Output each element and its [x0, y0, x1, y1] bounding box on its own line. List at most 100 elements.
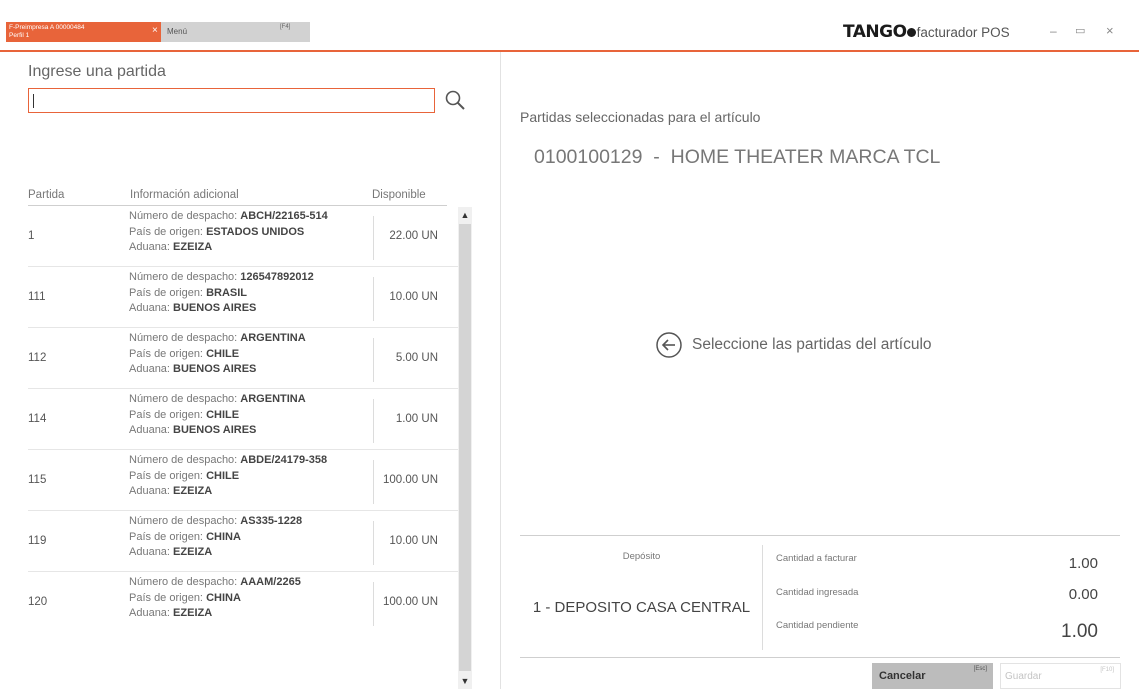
- search-button[interactable]: [442, 88, 472, 114]
- origen-label: País de origen:: [129, 286, 207, 299]
- origen-label: País de origen:: [129, 591, 207, 604]
- cantidad-pendiente-value: 1.00: [1061, 621, 1098, 642]
- tab-title: F-Preimpresa A 00000484: [9, 24, 85, 31]
- minimize-icon[interactable]: –: [1050, 25, 1057, 37]
- tab-menu-label: Menú: [167, 27, 188, 36]
- partida-search-pane: Ingrese una partida Partida Información …: [0, 52, 500, 689]
- origen-label: País de origen:: [129, 225, 207, 238]
- column-header-disponible[interactable]: Disponible: [372, 189, 426, 201]
- tab-subtitle: Perfil 1: [9, 32, 30, 39]
- despacho-label: Número de despacho:: [129, 332, 241, 344]
- close-icon[interactable]: ×: [1106, 24, 1114, 37]
- despacho-label: Número de despacho:: [129, 393, 241, 405]
- cell-divider: [373, 460, 374, 504]
- despacho-value: ABDE/24179-358: [240, 454, 328, 466]
- cell-divider: [373, 216, 374, 260]
- tab-preimpresa[interactable]: F-Preimpresa A 00000484 Perfil 1 ×: [6, 22, 161, 42]
- aduana-value: BUENOS AIRES: [173, 302, 257, 314]
- summary-bottom-rule: [520, 657, 1120, 658]
- despacho-label: Número de despacho:: [129, 454, 241, 466]
- cancel-button[interactable]: Cancelar [Esc]: [872, 663, 993, 689]
- cell-info: Número de despacho: ARGENTINA País de or…: [129, 392, 306, 439]
- arrow-left-circle-icon: [656, 332, 682, 358]
- save-shortcut: [F10]: [1100, 667, 1114, 673]
- aduana-label: Aduana:: [129, 302, 174, 314]
- deposito-label: Depósito: [622, 551, 661, 562]
- maximize-icon[interactable]: ▭: [1075, 25, 1085, 37]
- cancel-shortcut: [Esc]: [973, 666, 987, 672]
- cell-partida: 120: [28, 596, 48, 608]
- tab-menu-shortcut: [F4]: [280, 24, 291, 30]
- origen-label: País de origen:: [129, 530, 207, 543]
- row-divider: [28, 449, 458, 450]
- partida-search-field[interactable]: [29, 89, 434, 112]
- text-caret: [33, 94, 34, 108]
- aduana-value: EZEIZA: [173, 485, 213, 497]
- cell-info: Número de despacho: ABCH/22165-514 País …: [129, 209, 328, 256]
- scrollbar-thumb[interactable]: [459, 224, 471, 671]
- cell-disponible: 100.00 UN: [383, 474, 438, 486]
- aduana-label: Aduana:: [129, 424, 174, 436]
- cantidad-ingresada-value: 0.00: [1068, 586, 1098, 603]
- table-row[interactable]: 120 Número de despacho: AAAM/2265 País d…: [28, 573, 458, 633]
- aduana-value: EZEIZA: [173, 546, 213, 558]
- cell-disponible: 10.00 UN: [389, 291, 438, 303]
- cantidad-a-facturar-label: Cantidad a facturar: [776, 553, 857, 564]
- cell-divider: [373, 277, 374, 321]
- origen-value: BRASIL: [206, 286, 248, 299]
- table-row[interactable]: 111 Número de despacho: 126547892012 Paí…: [28, 268, 458, 328]
- tab-close-icon[interactable]: ×: [152, 26, 158, 36]
- partida-list: 1 Número de despacho: ABCH/22165-514 Paí…: [28, 207, 458, 688]
- aduana-value: BUENOS AIRES: [173, 363, 257, 375]
- aduana-value: EZEIZA: [173, 607, 213, 619]
- origen-value: CHINA: [206, 530, 241, 543]
- cell-partida: 115: [28, 474, 47, 486]
- origen-value: CHILE: [206, 408, 240, 421]
- column-header-partida[interactable]: Partida: [28, 189, 64, 201]
- empty-selection-hint: Seleccione las partidas del artículo: [655, 330, 932, 360]
- pane-divider: [500, 52, 501, 689]
- cell-partida: 111: [28, 291, 46, 303]
- despacho-value: ABCH/22165-514: [240, 210, 328, 222]
- aduana-value: BUENOS AIRES: [173, 424, 257, 436]
- deposito-value: 1 - DEPOSITO CASA CENTRAL: [532, 599, 751, 616]
- despacho-value: 126547892012: [240, 271, 314, 283]
- origen-label: País de origen:: [129, 469, 207, 482]
- brand-dot-icon: [906, 27, 916, 37]
- table-row[interactable]: 114 Número de despacho: ARGENTINA País d…: [28, 390, 458, 450]
- aduana-label: Aduana:: [129, 607, 174, 619]
- despacho-value: ARGENTINA: [240, 332, 306, 344]
- row-divider: [28, 571, 458, 572]
- cell-info: Número de despacho: ABDE/24179-358 País …: [129, 453, 327, 500]
- cell-disponible: 22.00 UN: [389, 230, 438, 242]
- cell-disponible: 10.00 UN: [389, 535, 438, 547]
- partida-search-input[interactable]: [28, 88, 435, 113]
- table-row[interactable]: 119 Número de despacho: AS335-1228 País …: [28, 512, 458, 572]
- brand-logo: TANGO facturador POS: [843, 21, 1010, 43]
- save-button-label: Guardar: [1005, 671, 1042, 682]
- despacho-label: Número de despacho:: [129, 271, 241, 283]
- brand-name: TANGO: [843, 22, 907, 42]
- scroll-down-icon[interactable]: ▼: [458, 674, 472, 688]
- hint-text: Seleccione las partidas del artículo: [692, 336, 932, 353]
- aduana-label: Aduana:: [129, 363, 174, 375]
- aduana-label: Aduana:: [129, 485, 174, 497]
- table-row[interactable]: 1 Número de despacho: ABCH/22165-514 Paí…: [28, 207, 458, 267]
- cell-info: Número de despacho: AAAM/2265 País de or…: [129, 575, 301, 622]
- selection-title: Partidas seleccionadas para el artículo: [520, 109, 761, 125]
- cell-disponible: 100.00 UN: [383, 596, 438, 608]
- search-prompt: Ingrese una partida: [28, 63, 166, 80]
- cell-partida: 114: [28, 413, 47, 425]
- aduana-label: Aduana:: [129, 546, 174, 558]
- table-row[interactable]: 112 Número de despacho: ARGENTINA País d…: [28, 329, 458, 389]
- save-button[interactable]: Guardar [F10]: [1000, 663, 1121, 689]
- scroll-up-icon[interactable]: ▲: [458, 208, 472, 222]
- tab-menu[interactable]: Menú [F4]: [161, 22, 310, 42]
- cell-partida: 119: [28, 535, 47, 547]
- column-header-info[interactable]: Información adicional: [130, 189, 239, 201]
- cell-partida: 112: [28, 352, 47, 364]
- row-divider: [28, 388, 458, 389]
- cell-info: Número de despacho: ARGENTINA País de or…: [129, 331, 306, 378]
- table-row[interactable]: 115 Número de despacho: ABDE/24179-358 P…: [28, 451, 458, 511]
- cantidad-ingresada-label: Cantidad ingresada: [776, 587, 859, 598]
